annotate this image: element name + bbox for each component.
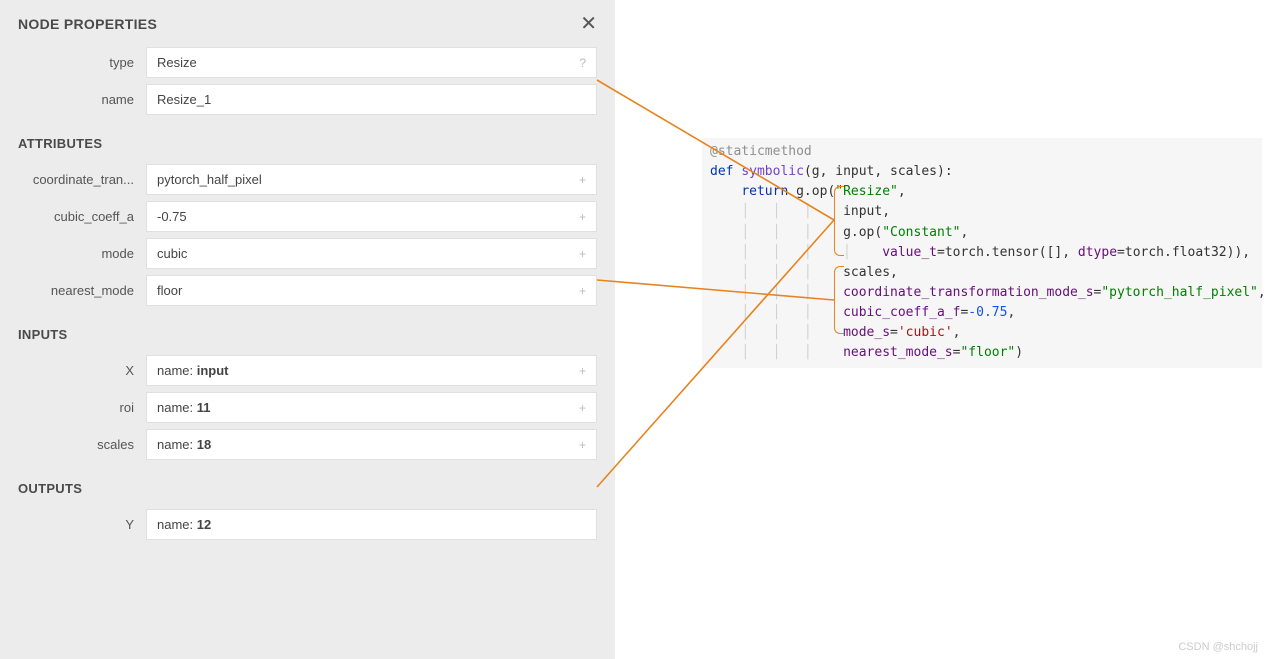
attr-value: -0.75 xyxy=(157,209,187,224)
type-value: Resize xyxy=(157,55,197,70)
close-icon[interactable]: ✕ xyxy=(580,14,597,34)
watermark: CSDN @shchojj xyxy=(1178,641,1258,653)
attr-label: nearest_mode xyxy=(18,283,146,298)
input-value: name: 18 xyxy=(157,437,211,452)
attr-field[interactable]: pytorch_half_pixel + xyxy=(146,164,597,195)
output-field[interactable]: name: 12 xyxy=(146,509,597,540)
attr-value: pytorch_half_pixel xyxy=(157,172,262,187)
inputs-title: INPUTS xyxy=(0,309,615,352)
name-field[interactable]: Resize_1 xyxy=(146,84,597,115)
attr-value: cubic xyxy=(157,246,187,261)
attr-label: cubic_coeff_a xyxy=(18,209,146,224)
panel-title: NODE PROPERTIES xyxy=(18,16,157,32)
input-label: scales xyxy=(18,437,146,452)
plus-icon[interactable]: + xyxy=(579,364,586,378)
attr-field[interactable]: cubic + xyxy=(146,238,597,269)
attr-field[interactable]: floor + xyxy=(146,275,597,306)
output-label: Y xyxy=(18,517,146,532)
plus-icon[interactable]: + xyxy=(579,438,586,452)
plus-icon[interactable]: + xyxy=(579,401,586,415)
input-field[interactable]: name: 11 + xyxy=(146,392,597,423)
output-value: name: 12 xyxy=(157,517,211,532)
input-field[interactable]: name: 18 + xyxy=(146,429,597,460)
attr-row-coord: coordinate_tran... pytorch_half_pixel + xyxy=(0,161,615,198)
type-row: type Resize ? xyxy=(0,44,615,81)
bracket-annotation xyxy=(834,266,844,334)
type-field[interactable]: Resize ? xyxy=(146,47,597,78)
name-row: name Resize_1 xyxy=(0,81,615,118)
input-field[interactable]: name: input + xyxy=(146,355,597,386)
properties-panel: NODE PROPERTIES ✕ type Resize ? name Res… xyxy=(0,0,615,659)
attr-value: floor xyxy=(157,283,182,298)
panel-header: NODE PROPERTIES ✕ xyxy=(0,0,615,44)
plus-icon[interactable]: + xyxy=(579,173,586,187)
attr-row-cubic: cubic_coeff_a -0.75 + xyxy=(0,198,615,235)
attributes-title: ATTRIBUTES xyxy=(0,118,615,161)
input-value: name: 11 xyxy=(157,400,211,415)
plus-icon[interactable]: + xyxy=(579,247,586,261)
input-row-roi: roi name: 11 + xyxy=(0,389,615,426)
help-icon[interactable]: ? xyxy=(579,56,586,70)
input-value: name: input xyxy=(157,363,229,378)
input-row-x: X name: input + xyxy=(0,352,615,389)
type-label: type xyxy=(18,55,146,70)
attr-row-mode: mode cubic + xyxy=(0,235,615,272)
outputs-title: OUTPUTS xyxy=(0,463,615,506)
attr-row-nearest: nearest_mode floor + xyxy=(0,272,615,309)
attr-label: mode xyxy=(18,246,146,261)
attr-label: coordinate_tran... xyxy=(18,172,146,187)
code-snippet: @staticmethod def symbolic(g, input, sca… xyxy=(702,138,1262,368)
input-row-scales: scales name: 18 + xyxy=(0,426,615,463)
name-label: name xyxy=(18,92,146,107)
input-label: X xyxy=(18,363,146,378)
name-value: Resize_1 xyxy=(157,92,211,107)
attr-field[interactable]: -0.75 + xyxy=(146,201,597,232)
plus-icon[interactable]: + xyxy=(579,284,586,298)
input-label: roi xyxy=(18,400,146,415)
output-row-y: Y name: 12 xyxy=(0,506,615,543)
bracket-annotation xyxy=(834,186,844,256)
plus-icon[interactable]: + xyxy=(579,210,586,224)
